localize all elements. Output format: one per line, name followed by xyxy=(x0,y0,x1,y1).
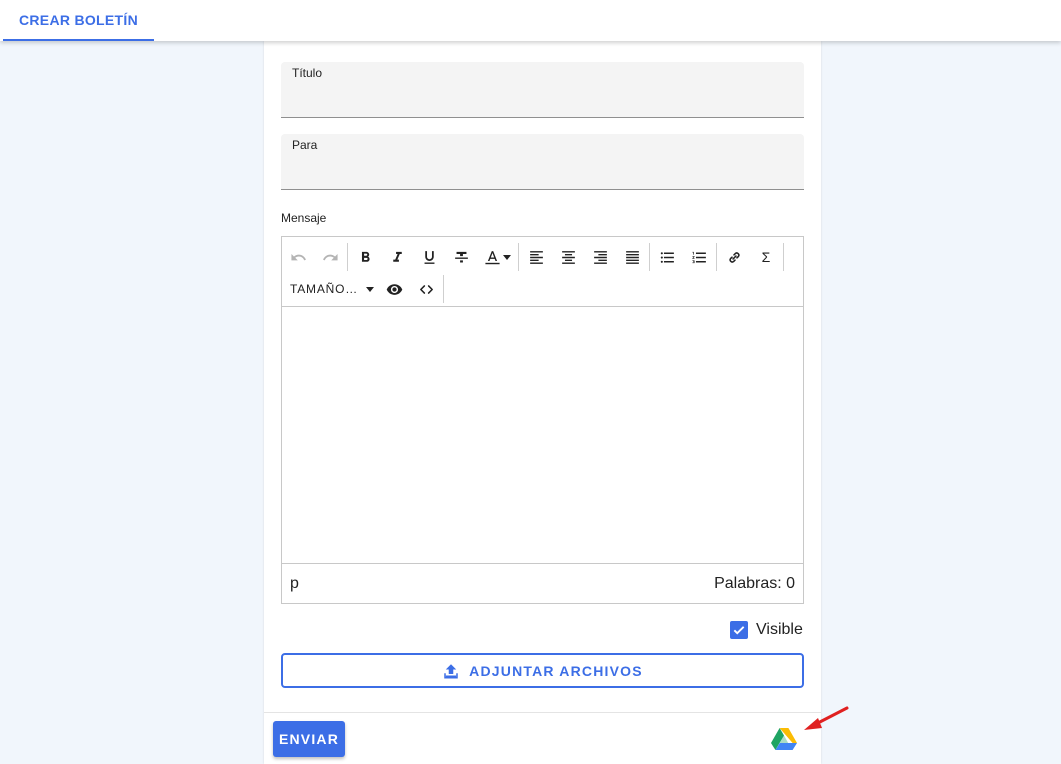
toolbar-separator xyxy=(649,243,650,271)
message-label: Mensaje xyxy=(281,211,327,225)
newsletter-form-card: Título Para Mensaje Σ TAMAÑO… p Palabras… xyxy=(264,41,821,764)
align-left-icon xyxy=(529,250,543,264)
attach-files-button[interactable]: ADJUNTAR ARCHIVOS xyxy=(281,653,804,688)
attach-files-label: ADJUNTAR ARCHIVOS xyxy=(469,662,643,679)
align-center-button[interactable] xyxy=(552,243,584,271)
editor-toolbar: Σ TAMAÑO… xyxy=(282,237,803,307)
element-path[interactable]: p xyxy=(290,575,299,593)
visible-checkbox[interactable] xyxy=(730,621,748,639)
visible-label: Visible xyxy=(756,621,803,638)
title-field[interactable]: Título xyxy=(281,62,804,118)
annotation-arrow xyxy=(804,706,849,730)
title-label: Título xyxy=(292,66,323,80)
google-drive-button[interactable] xyxy=(771,727,797,751)
toolbar-separator xyxy=(716,243,717,271)
strikethrough-button[interactable] xyxy=(445,243,477,271)
check-icon xyxy=(733,626,745,635)
to-field[interactable]: Para xyxy=(281,134,804,190)
font-color-icon xyxy=(484,250,500,264)
underline-icon xyxy=(424,250,434,264)
font-size-label: TAMAÑO… xyxy=(290,282,359,296)
message-editor-area[interactable] xyxy=(282,308,803,563)
italic-icon xyxy=(392,251,402,262)
upload-icon xyxy=(444,663,458,678)
font-color-button[interactable] xyxy=(477,243,517,271)
formula-button[interactable]: Σ xyxy=(750,243,782,271)
bold-icon xyxy=(361,251,370,262)
rich-text-editor: Σ TAMAÑO… p Palabras: 0 xyxy=(281,236,804,604)
send-label: ENVIAR xyxy=(278,731,340,747)
strikethrough-icon xyxy=(454,251,468,262)
align-justify-button[interactable] xyxy=(616,243,648,271)
align-left-button[interactable] xyxy=(520,243,552,271)
bullet-list-button[interactable] xyxy=(651,243,683,271)
underline-button[interactable] xyxy=(413,243,445,271)
source-code-button[interactable] xyxy=(410,275,442,303)
redo-icon xyxy=(322,253,338,260)
italic-button[interactable] xyxy=(381,243,413,271)
toolbar-separator xyxy=(518,243,519,271)
bullet-list-icon xyxy=(660,251,674,263)
align-right-icon xyxy=(593,250,607,264)
google-drive-icon xyxy=(771,728,797,750)
word-count: Palabras: 0 xyxy=(714,574,795,592)
undo-button[interactable] xyxy=(282,243,314,271)
tab-crear-boletin[interactable]: CREAR BOLETÍN xyxy=(3,0,154,41)
title-input[interactable] xyxy=(292,86,792,110)
font-size-dropdown[interactable]: TAMAÑO… xyxy=(282,275,378,303)
toolbar-separator xyxy=(783,243,784,271)
chevron-down-icon xyxy=(366,286,375,292)
sigma-icon: Σ xyxy=(761,249,771,265)
link-button[interactable] xyxy=(718,243,750,271)
align-justify-icon xyxy=(625,250,639,264)
undo-icon xyxy=(290,253,306,260)
code-icon xyxy=(419,284,433,294)
top-bar: CREAR BOLETÍN xyxy=(0,0,1061,41)
bold-button[interactable] xyxy=(349,243,381,271)
numbered-list-button[interactable] xyxy=(683,243,715,271)
redo-button[interactable] xyxy=(314,243,346,271)
toolbar-separator xyxy=(443,275,444,303)
toolbar-separator xyxy=(347,243,348,271)
preview-button[interactable] xyxy=(378,275,410,303)
numbered-list-icon xyxy=(691,251,706,263)
align-right-button[interactable] xyxy=(584,243,616,271)
align-center-icon xyxy=(561,250,575,264)
send-button[interactable]: ENVIAR xyxy=(273,721,345,757)
to-input[interactable] xyxy=(292,158,792,182)
editor-status-bar: p Palabras: 0 xyxy=(282,563,803,603)
visible-toggle[interactable]: Visible xyxy=(730,621,803,639)
footer-divider xyxy=(264,712,821,713)
link-icon xyxy=(728,251,740,263)
eye-icon xyxy=(386,283,402,295)
chevron-down-icon xyxy=(502,254,511,260)
to-label: Para xyxy=(292,138,318,152)
